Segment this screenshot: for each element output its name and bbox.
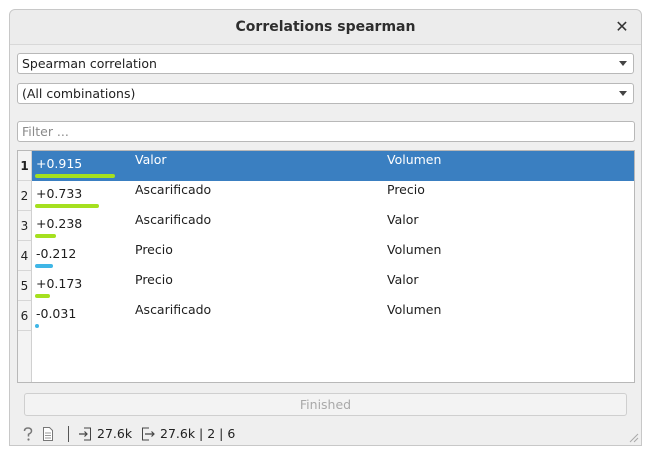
- correlation-bar: [35, 234, 56, 238]
- window-title: Correlations spearman: [235, 19, 416, 35]
- table-row[interactable]: +0.238 Ascarificado Valor: [32, 211, 634, 241]
- row-header-cell[interactable]: 3: [18, 211, 31, 241]
- attribute-1: Precio: [135, 272, 173, 287]
- attribute-2: Valor: [387, 212, 419, 227]
- filter-input[interactable]: [17, 121, 635, 142]
- attribute-1: Valor: [135, 152, 167, 167]
- progress-label: Finished: [299, 397, 352, 412]
- chevron-down-icon: [619, 61, 627, 66]
- status-divider: [68, 426, 69, 442]
- attribute-1: Precio: [135, 242, 173, 257]
- attribute-2: Volumen: [387, 152, 442, 167]
- input-icon: [78, 426, 92, 446]
- correlation-bar: [35, 174, 115, 178]
- row-header: 123456: [18, 151, 32, 382]
- combinations-select[interactable]: (All combinations): [17, 83, 634, 104]
- row-header-cell[interactable]: 5: [18, 271, 31, 301]
- row-header-cell[interactable]: 1: [18, 151, 31, 181]
- correlation-type-value: Spearman correlation: [22, 56, 157, 71]
- attribute-2: Valor: [387, 272, 419, 287]
- chevron-down-icon: [619, 91, 627, 96]
- correlation-table[interactable]: 123456 +0.915 Valor Volumen +0.733 Ascarific…: [17, 150, 635, 383]
- title-bar: Correlations spearman ✕: [10, 10, 641, 45]
- correlation-value: +0.733: [36, 186, 83, 201]
- correlation-value: -0.031: [36, 306, 77, 321]
- attribute-1: Ascarificado: [135, 212, 212, 227]
- attribute-1: Ascarificado: [135, 302, 212, 317]
- attribute-2: Volumen: [387, 302, 442, 317]
- row-header-cell[interactable]: 4: [18, 241, 31, 271]
- row-header-cell[interactable]: 6: [18, 301, 31, 331]
- correlation-bar: [35, 264, 53, 268]
- correlation-value: +0.173: [36, 276, 83, 291]
- row-header-cell[interactable]: 2: [18, 181, 31, 211]
- table-row[interactable]: -0.212 Precio Volumen: [32, 241, 634, 271]
- table-row[interactable]: +0.915 Valor Volumen: [32, 151, 634, 181]
- correlation-type-select[interactable]: Spearman correlation: [17, 53, 634, 74]
- correlation-value: +0.238: [36, 216, 83, 231]
- table-row[interactable]: +0.173 Precio Valor: [32, 271, 634, 301]
- attribute-2: Volumen: [387, 242, 442, 257]
- table-row[interactable]: -0.031 Ascarificado Volumen: [32, 301, 634, 331]
- progress-bar: Finished: [24, 393, 627, 416]
- correlation-bar: [35, 294, 50, 298]
- combinations-value: (All combinations): [22, 86, 136, 101]
- resize-grip-icon[interactable]: [629, 433, 639, 443]
- output-summary: 27.6k | 2 | 6: [160, 426, 236, 441]
- report-icon[interactable]: [42, 426, 54, 446]
- close-icon[interactable]: ✕: [613, 18, 631, 36]
- correlation-bar: [35, 324, 39, 328]
- attribute-1: Ascarificado: [135, 182, 212, 197]
- correlation-value: -0.212: [36, 246, 77, 261]
- correlation-bar: [35, 204, 99, 208]
- status-bar: 27.6k 27.6k | 2 | 6: [10, 423, 641, 445]
- table-row[interactable]: +0.733 Ascarificado Precio: [32, 181, 634, 211]
- widget-window: Correlations spearman ✕ Spearman correla…: [9, 9, 642, 446]
- output-icon: [141, 426, 155, 446]
- attribute-2: Precio: [387, 182, 425, 197]
- help-icon[interactable]: [22, 426, 34, 446]
- input-size: 27.6k: [97, 426, 133, 441]
- correlation-value: +0.915: [36, 156, 83, 171]
